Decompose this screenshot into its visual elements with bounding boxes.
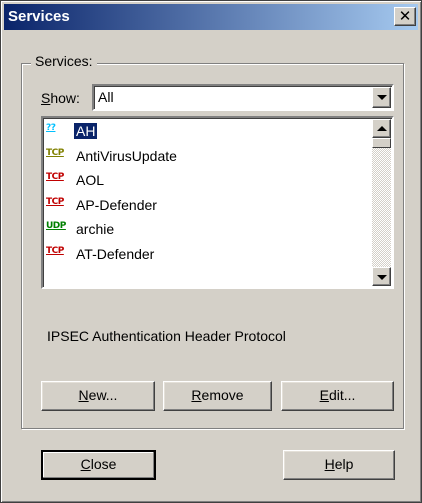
protocol-icon: ??: [46, 123, 56, 133]
services-group-label: Services:: [31, 53, 97, 69]
remove-button[interactable]: Remove: [163, 381, 272, 411]
services-dialog: Services ✕ Services: Show: All ?? AH TCP An…: [0, 0, 422, 503]
list-item[interactable]: TCP AOL: [45, 170, 365, 192]
arrow-down-icon: [377, 275, 387, 280]
scroll-thumb[interactable]: [372, 138, 391, 148]
protocol-icon: TCP: [46, 245, 64, 256]
list-item-label: AH: [74, 123, 98, 139]
scroll-down-button[interactable]: [372, 267, 391, 286]
list-item-label: AP-Defender: [76, 196, 157, 213]
service-description: IPSEC Authentication Header Protocol: [47, 328, 286, 344]
chevron-down-icon: [377, 95, 387, 100]
close-window-button[interactable]: ✕: [394, 7, 416, 26]
list-item[interactable]: UDP archie: [45, 219, 365, 241]
list-item[interactable]: TCP AP-Defender: [45, 195, 365, 217]
protocol-icon: UDP: [46, 221, 66, 231]
services-list[interactable]: ?? AH TCP AntiVirusUpdate TCP AOL TCP AP-Defend…: [41, 116, 394, 289]
scroll-up-button[interactable]: [372, 119, 391, 138]
protocol-icon: TCP: [46, 172, 64, 182]
vertical-scrollbar[interactable]: [372, 119, 391, 286]
show-dropdown[interactable]: All: [92, 84, 394, 111]
arrow-up-icon: [377, 126, 387, 131]
show-dropdown-button[interactable]: [372, 87, 391, 108]
list-item[interactable]: TCP AntiVirusUpdate: [45, 146, 365, 168]
list-item[interactable]: ?? AH: [45, 121, 365, 143]
close-icon: ✕: [398, 7, 412, 25]
protocol-icon: TCP: [46, 196, 64, 207]
edit-button[interactable]: Edit...: [281, 381, 394, 411]
window-title: Services: [8, 8, 70, 25]
new-button[interactable]: New...: [41, 381, 155, 411]
list-item-label: AOL: [76, 172, 105, 188]
list-item-label: AntiVirusUpdate: [76, 147, 177, 164]
title-bar[interactable]: Services ✕: [4, 4, 418, 30]
close-button[interactable]: Close: [41, 450, 156, 480]
list-item-label: AT-Defender: [76, 245, 155, 262]
protocol-icon: TCP: [46, 147, 64, 158]
show-label: Show:: [41, 90, 80, 106]
list-item-label: archie: [76, 221, 115, 237]
list-item[interactable]: TCP AT-Defender: [45, 244, 365, 266]
help-button[interactable]: Help: [283, 450, 395, 480]
show-dropdown-value: All: [98, 89, 114, 105]
